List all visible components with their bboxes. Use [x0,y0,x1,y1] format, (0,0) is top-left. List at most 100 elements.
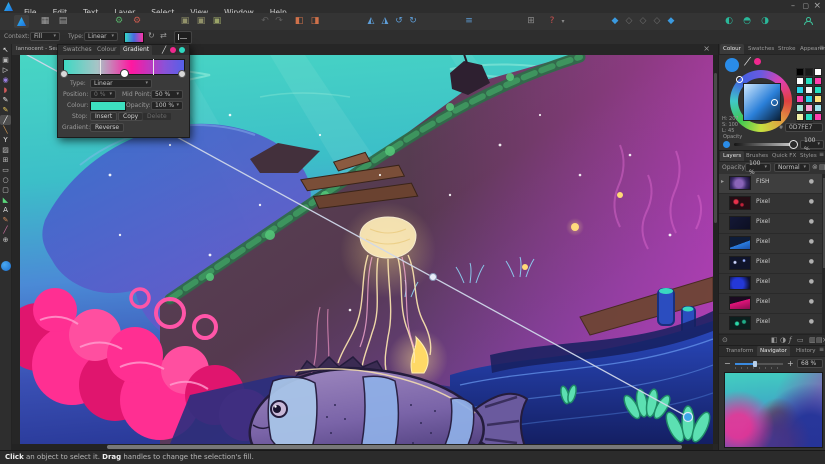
layer-visibility-dot[interactable]: ● [809,178,814,185]
layer-name[interactable]: Pixel [756,298,770,305]
paint-brush-tool[interactable]: ╱ [0,115,11,125]
tab-stroke-panel[interactable]: Stroke [775,44,799,54]
gradient-stop-selected[interactable] [120,69,129,78]
pencil-tool[interactable]: ✎ [0,105,11,115]
layer-row-pixel-5[interactable]: Pixel ● [719,274,822,294]
tab-swatches[interactable]: Swatches [60,45,95,55]
context-select[interactable]: Fill▾ [30,32,60,41]
layer-row-pixel-3[interactable]: Pixel ● [719,234,822,254]
layer-expand-chevron[interactable]: ▸ [721,178,724,185]
undo-icon[interactable]: ↶ [258,13,272,30]
primary-colour-dot[interactable] [179,47,185,53]
reverse-gradient-button[interactable]: Reverse [90,123,124,132]
tab-colour-panel[interactable]: Colour [720,44,744,54]
flip-vertical-icon[interactable]: ◮ [378,13,392,30]
layer-visibility-dot[interactable]: ● [809,258,814,265]
layer-thumbnail[interactable] [729,236,751,250]
boolean-intersect-icon[interactable]: ◇ [636,13,650,30]
transparency-tool[interactable]: ▨ [0,145,11,155]
pixel-layer-icon[interactable]: ▭ [797,336,804,344]
paste-fx-icon[interactable]: ◨ [308,13,322,30]
navigator-menu-icon[interactable]: ≡ [819,346,824,353]
alignment-icon[interactable]: ≡ [462,13,476,30]
layer-row-pixel-1[interactable]: Pixel ● [719,194,822,214]
layer-name[interactable]: Pixel [756,238,770,245]
layer-thumbnail[interactable] [729,276,751,290]
stop-opacity-select[interactable]: 100 %▾ [151,101,183,110]
account-person-icon[interactable] [800,14,814,29]
redo-icon[interactable]: ↷ [272,13,286,30]
layer-name[interactable]: Pixel [756,318,770,325]
zoom-in-button[interactable]: + [787,359,794,368]
window-minimize-button[interactable]: – [791,0,795,12]
layer-row-pixel-4[interactable]: Pixel ● [719,254,822,274]
selection-box-icon-2[interactable]: ▣ [194,13,208,30]
alt-colour-dot[interactable] [754,58,761,65]
zoom-value-field[interactable]: 68 % [797,359,823,368]
vector-crop-tool[interactable]: ⊞ [0,155,11,165]
point-transform-tool[interactable]: ◉ [0,75,11,85]
rotate-cw-icon[interactable]: ↻ [406,13,420,30]
window-close-button[interactable]: × [813,0,821,12]
node-tool[interactable]: ▷ [0,65,11,75]
tab-transform[interactable]: Transform [723,346,756,356]
mask-layer-icon[interactable]: ◧ [771,336,778,344]
order-back-icon[interactable]: ◑ [758,13,772,30]
layer-visibility-dot[interactable]: ● [809,298,814,305]
layer-name[interactable]: Pixel [756,198,770,205]
panel-type-select[interactable]: Linear▾ [90,79,152,88]
gradient-type-select[interactable]: Linear▾ [84,32,118,41]
opacity-value-select[interactable]: 100 %▾ [800,140,824,149]
zoom-slider[interactable] [735,363,783,365]
tab-styles[interactable]: Styles [797,151,820,161]
hex-field[interactable]: 0D7FE7 [785,123,823,132]
insert-target-icon[interactable]: ⊞ [524,13,538,30]
rotate-gradient-icon[interactable]: ↻ [148,31,155,40]
colour-selector-dot[interactable] [1,261,11,271]
layer-visibility-dot[interactable]: ● [809,278,814,285]
gradient-mid-stop-handle[interactable] [430,274,437,281]
layers-opacity-select[interactable]: 100 %▾ [745,163,771,172]
rounded-rectangle-tool[interactable]: ▢ [0,185,11,195]
insert-stop-button[interactable]: Insert [90,112,117,121]
tab-swatches-panel[interactable]: Swatches [745,44,777,54]
layer-name[interactable]: FISH [756,178,770,185]
paste-style-icon[interactable]: ◧ [292,13,306,30]
colour-eyedropper-icon[interactable]: ╱ [744,57,750,67]
artistic-text-tool[interactable]: A [0,205,11,215]
mini-swatch-grid[interactable] [796,68,825,131]
gradient-stop-mid-line[interactable] [100,59,101,75]
reverse-gradient-icon[interactable]: ⇄ [160,31,167,40]
pixel-brush-tool[interactable]: ╱ [0,225,11,235]
layer-visibility-dot[interactable]: ● [809,238,814,245]
boolean-subtract-icon[interactable]: ◇ [622,13,636,30]
gradient-preview-swatch[interactable] [124,32,144,43]
ellipse-tool[interactable]: ○ [0,175,11,185]
layer-visibility-dot[interactable]: ● [809,318,814,325]
sl-handle[interactable] [771,99,778,106]
help-caret-icon[interactable]: ▾ [556,13,570,30]
layer-name[interactable]: Pixel [756,278,770,285]
gradient-stop-end[interactable] [178,70,186,78]
rectangle-tool[interactable]: ▭ [0,165,11,175]
layer-options-icon[interactable]: ▤ [819,163,825,171]
snapping-gear-icon[interactable]: ⚙ [112,13,126,30]
eyedropper-icon[interactable]: ╱ [162,46,166,54]
artboard-tool[interactable]: ▣ [0,55,11,65]
layer-row-pixel-7[interactable]: Pixel ● [719,314,822,334]
assets-gear-icon[interactable]: ⚙ [130,13,144,30]
order-front-icon[interactable]: ◐ [722,13,736,30]
position-select[interactable]: 0 %▾ [90,90,116,99]
grid-view-icon[interactable]: ▦ [38,13,52,30]
zoom-out-button[interactable]: − [724,359,731,368]
midpoint-select[interactable]: 50 %▾ [151,90,183,99]
layer-name[interactable]: Pixel [756,218,770,225]
layer-thumbnail[interactable] [729,316,751,330]
view-close-icon[interactable]: × [703,44,710,54]
flip-horizontal-icon[interactable]: ◭ [364,13,378,30]
layer-visibility-dot[interactable]: ● [809,198,814,205]
tab-colour[interactable]: Colour [94,45,119,55]
navigator-preview[interactable] [724,372,823,448]
blend-mode-select[interactable]: Normal▾ [774,163,810,172]
tab-gradient[interactable]: Gradient [120,45,152,55]
